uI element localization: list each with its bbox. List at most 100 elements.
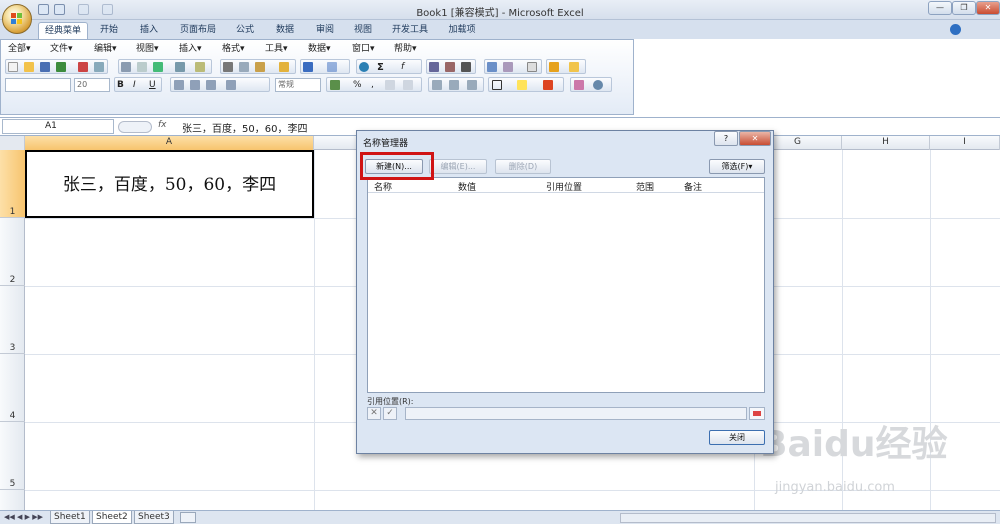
list-header-name[interactable]: 名称 [374, 180, 392, 193]
list-header-comment[interactable]: 备注 [684, 180, 702, 193]
bold-icon[interactable]: B [117, 80, 127, 90]
help-icon[interactable] [950, 24, 961, 35]
comma-icon[interactable]: , [371, 80, 381, 90]
fill-color-icon[interactable] [517, 80, 527, 90]
cancel-edit-icon[interactable]: ✕ [367, 407, 381, 420]
list-header-scope[interactable]: 范围 [636, 180, 654, 193]
menu-data[interactable]: 数据▾ [308, 42, 331, 57]
row-header-2[interactable]: 2 [0, 218, 25, 286]
borders-icon[interactable] [492, 80, 502, 90]
save-toolbar-icon[interactable] [40, 62, 50, 72]
filter-button[interactable]: 筛选(F)▾ [709, 159, 765, 174]
font-color-icon[interactable] [543, 80, 553, 90]
menu-view[interactable]: 视图▾ [136, 42, 159, 57]
menu-all[interactable]: 全部▾ [8, 42, 31, 57]
sheet-nav-arrows[interactable]: ◀◀ ◀ ▶ ▶▶ [4, 513, 44, 522]
menu-insert[interactable]: 插入▾ [179, 42, 202, 57]
list-header-refers-to[interactable]: 引用位置 [546, 180, 582, 193]
insert-function-button[interactable]: fx [158, 120, 167, 130]
formula-buttons[interactable] [118, 121, 152, 133]
autosum-icon[interactable]: Σ [377, 62, 387, 73]
zoom-table-icon[interactable] [527, 62, 537, 72]
tab-addins[interactable]: 加载项 [444, 22, 480, 39]
number-format-select[interactable]: 常规 [275, 78, 321, 92]
increase-decimal-icon[interactable] [385, 80, 395, 90]
find-icon[interactable] [593, 80, 603, 90]
cell-a1[interactable]: 张三，百度，50，60，李四 [25, 150, 314, 218]
row-header-4[interactable]: 4 [0, 354, 25, 422]
macro-icon[interactable] [549, 62, 559, 72]
align-right-icon[interactable] [206, 80, 216, 90]
tab-page-layout[interactable]: 页面布局 [176, 22, 220, 39]
tab-insert[interactable]: 插入 [134, 22, 164, 39]
folder-icon[interactable] [569, 62, 579, 72]
dialog-close-x-button[interactable]: ✕ [739, 131, 771, 146]
undo-toolbar-icon[interactable] [303, 62, 313, 72]
name-box[interactable]: A1 [2, 119, 114, 134]
column-header-i[interactable]: I [930, 136, 1000, 150]
tab-data[interactable]: 数据 [270, 22, 300, 39]
translate-icon[interactable] [195, 62, 205, 72]
dialog-help-button[interactable]: ? [714, 131, 738, 146]
new-file-icon[interactable] [8, 62, 18, 72]
cut-icon[interactable] [223, 62, 233, 72]
tab-developer[interactable]: 开发工具 [388, 22, 432, 39]
align-center-icon[interactable] [190, 80, 200, 90]
column-header-h[interactable]: H [842, 136, 930, 150]
percent-icon[interactable]: % [353, 80, 363, 90]
research-icon[interactable] [175, 62, 185, 72]
select-all-corner[interactable] [0, 136, 25, 150]
format-painter-icon[interactable] [279, 62, 289, 72]
permission-icon[interactable] [56, 62, 66, 72]
spelling-icon[interactable] [153, 62, 163, 72]
office-button[interactable] [2, 4, 32, 34]
redo-toolbar-icon[interactable] [327, 62, 337, 72]
print-toolbar-icon[interactable] [121, 62, 131, 72]
tab-home[interactable]: 开始 [94, 22, 124, 39]
list-header-value[interactable]: 数值 [458, 180, 476, 193]
tab-review[interactable]: 审阅 [310, 22, 340, 39]
decrease-decimal-icon[interactable] [403, 80, 413, 90]
align-left-icon[interactable] [174, 80, 184, 90]
wrap-text-icon[interactable] [467, 80, 477, 90]
sheet-tab-3[interactable]: Sheet3 [134, 511, 174, 524]
italic-icon[interactable]: I [133, 80, 143, 90]
currency-icon[interactable] [330, 80, 340, 90]
row-header-1[interactable]: 1 [0, 150, 25, 218]
decrease-indent-icon[interactable] [432, 80, 442, 90]
collapse-dialog-icon[interactable] [749, 407, 765, 420]
filter-icon[interactable] [461, 62, 471, 72]
tab-classic-menu[interactable]: 经典菜单 [38, 22, 88, 39]
insert-sheet-icon[interactable] [180, 512, 196, 523]
close-window-button[interactable]: ✕ [976, 1, 1000, 15]
styles-icon[interactable] [574, 80, 584, 90]
confirm-edit-icon[interactable]: ✓ [383, 407, 397, 420]
sort-ascending-icon[interactable] [429, 62, 439, 72]
email-icon[interactable] [94, 62, 104, 72]
menu-file[interactable]: 文件▾ [50, 42, 73, 57]
refers-to-input[interactable] [405, 407, 747, 420]
chart-icon[interactable] [487, 62, 497, 72]
menu-window[interactable]: 窗口▾ [352, 42, 375, 57]
sheet-tab-1[interactable]: Sheet1 [50, 511, 90, 524]
formula-input[interactable]: 张三，百度，50，60，李四 [182, 120, 307, 135]
print-preview-icon[interactable] [137, 62, 147, 72]
names-list[interactable]: 名称 数值 引用位置 范围 备注 [367, 177, 765, 393]
drawing-icon[interactable] [503, 62, 513, 72]
font-size-select[interactable]: 20 [74, 78, 110, 92]
merge-center-icon[interactable] [226, 80, 236, 90]
maximize-button[interactable]: ❐ [952, 1, 976, 15]
font-name-select[interactable] [5, 78, 71, 92]
horizontal-scrollbar[interactable] [620, 513, 996, 523]
increase-indent-icon[interactable] [449, 80, 459, 90]
menu-edit[interactable]: 编辑▾ [94, 42, 117, 57]
sheet-tab-2[interactable]: Sheet2 [92, 511, 132, 524]
function-icon[interactable]: f [401, 62, 411, 72]
open-icon[interactable] [24, 62, 34, 72]
pdf-icon[interactable] [78, 62, 88, 72]
hyperlink-icon[interactable] [359, 62, 369, 72]
sort-descending-icon[interactable] [445, 62, 455, 72]
tab-formulas[interactable]: 公式 [230, 22, 260, 39]
menu-help[interactable]: 帮助▾ [394, 42, 417, 57]
tab-view[interactable]: 视图 [348, 22, 378, 39]
